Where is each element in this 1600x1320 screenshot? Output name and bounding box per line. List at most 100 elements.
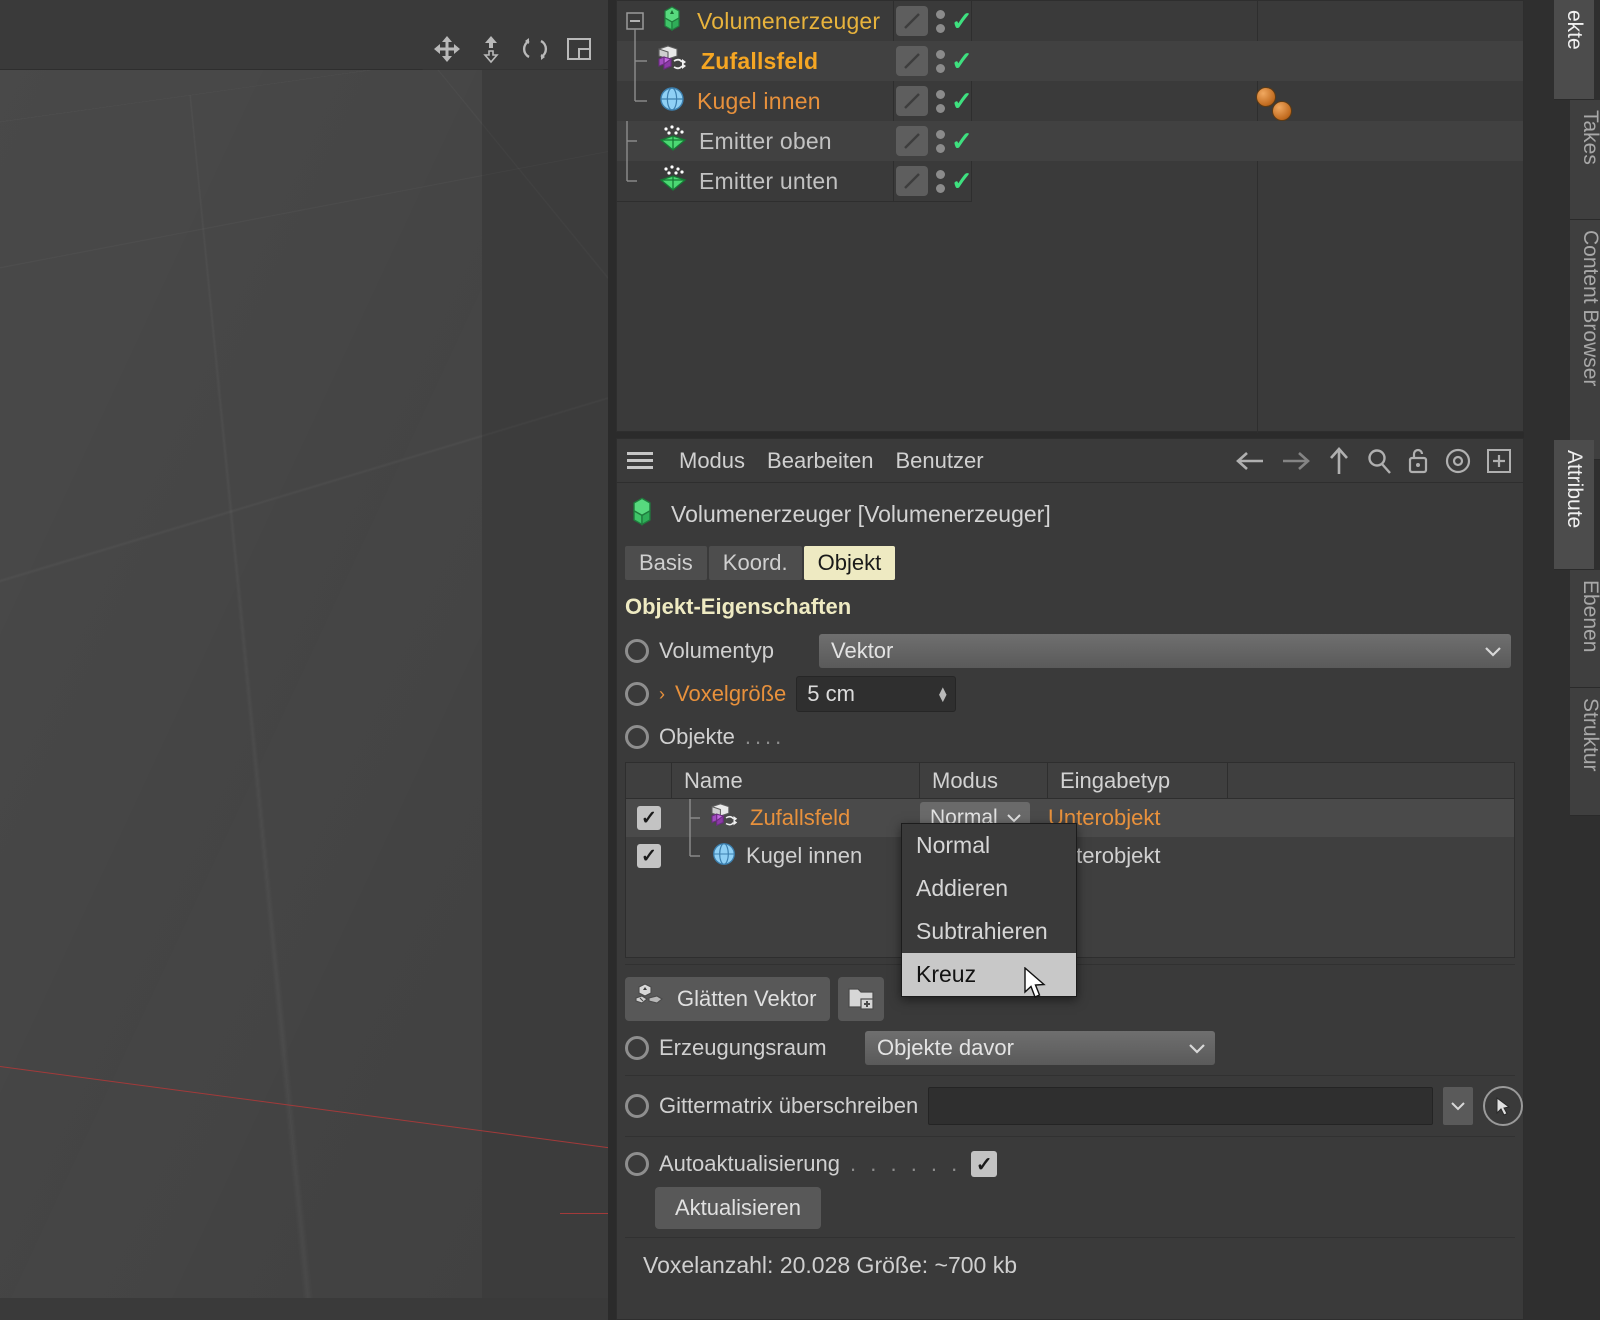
sidebar-tab-attribute[interactable]: Attribute: [1554, 440, 1594, 570]
editor-visibility-dot[interactable]: [936, 129, 945, 139]
input-gittermatrix[interactable]: [928, 1087, 1433, 1125]
aktualisieren-button[interactable]: Aktualisieren: [655, 1187, 821, 1229]
render-visibility-dot[interactable]: [936, 63, 945, 73]
attribute-manager[interactable]: Modus Bearbeiten Benutzer Volumenerzeuge…: [616, 438, 1524, 1320]
tab-basis[interactable]: Basis: [625, 546, 707, 580]
tree-expander-minus[interactable]: [625, 1, 647, 41]
visibility-dots[interactable]: [936, 169, 945, 193]
sidebar-tab-takes[interactable]: Takes: [1570, 100, 1600, 220]
checkbox-autoaktualisierung[interactable]: ✓: [971, 1151, 998, 1177]
object-row-emitter-oben[interactable]: Emitter oben ✓: [617, 121, 1523, 161]
object-row-emitter-unten[interactable]: Emitter unten ✓: [617, 161, 1523, 201]
menu-hamburger-icon[interactable]: [627, 452, 653, 469]
tag-slash-button[interactable]: [896, 166, 928, 196]
label-objekte-dots: ....: [744, 724, 786, 749]
object-name-cell: Emitter unten: [625, 161, 905, 201]
add-folder-button[interactable]: [838, 977, 885, 1021]
smooth-vector-button[interactable]: Glätten Vektor: [625, 977, 831, 1021]
search-icon[interactable]: [1365, 447, 1393, 475]
tag-slash-button[interactable]: [896, 6, 928, 36]
mode-dropdown-popup[interactable]: Normal Addieren Subtrahieren Kreuz: [901, 823, 1077, 997]
editor-visibility-dot[interactable]: [936, 49, 945, 59]
animate-dot-gittermatrix[interactable]: [625, 1094, 649, 1118]
sidebar-tab-content-browser[interactable]: Content Browser: [1570, 220, 1600, 460]
render-visibility-dot[interactable]: [936, 103, 945, 113]
tag-slash-button[interactable]: [896, 126, 928, 156]
render-visibility-dot[interactable]: [936, 23, 945, 33]
popup-option-addieren[interactable]: Addieren: [902, 867, 1076, 910]
dropdown-volumentyp-value: Vektor: [831, 638, 894, 663]
visibility-dots[interactable]: [936, 9, 945, 33]
emitter-icon: [657, 124, 689, 159]
animate-dot-objekte[interactable]: [625, 725, 649, 749]
tag-slash-button[interactable]: [896, 46, 928, 76]
row-checkbox[interactable]: ✓: [637, 844, 661, 868]
material-tag[interactable]: [1272, 101, 1292, 121]
rotate-tool[interactable]: [518, 32, 552, 66]
gittermatrix-dropdown-button[interactable]: [1443, 1087, 1473, 1125]
sphere-icon: [710, 840, 738, 873]
sidebar-tab-struktur[interactable]: Struktur: [1570, 688, 1600, 816]
editor-visibility-dot[interactable]: [936, 169, 945, 179]
enable-check-icon[interactable]: ✓: [951, 128, 973, 154]
visibility-dots[interactable]: [936, 49, 945, 73]
menu-benutzer[interactable]: Benutzer: [895, 448, 983, 474]
forward-arrow-icon[interactable]: [1279, 447, 1313, 475]
viewport-right-shade: [482, 62, 608, 1320]
visibility-dots[interactable]: [936, 129, 945, 153]
pick-object-button[interactable]: [1483, 1086, 1523, 1126]
menu-bearbeiten[interactable]: Bearbeiten: [767, 448, 873, 474]
row-checkbox[interactable]: ✓: [637, 806, 661, 830]
enable-check-icon[interactable]: ✓: [951, 8, 973, 34]
spinner-icon[interactable]: ▲ ▼: [936, 684, 949, 704]
table-header-extra: [1228, 763, 1514, 798]
label-voxelgroesse: Voxelgröße: [675, 681, 787, 706]
layout-tool[interactable]: [562, 32, 596, 66]
object-label: Kugel innen: [697, 87, 821, 114]
object-manager[interactable]: Volumenerzeuger ✓ Zufallsfeld ✓ Kugel in…: [616, 0, 1524, 433]
visibility-dots[interactable]: [936, 89, 945, 113]
menu-modus[interactable]: Modus: [679, 448, 745, 474]
row-checkbox-cell: ✓: [626, 837, 672, 875]
popup-option-normal[interactable]: Normal: [902, 824, 1076, 867]
target-icon[interactable]: [1443, 446, 1473, 476]
label-autoaktualisierung-dots: . . . . . .: [850, 1151, 962, 1176]
tab-objekt[interactable]: Objekt: [803, 546, 896, 580]
scale-tool[interactable]: [474, 32, 508, 66]
enable-check-icon[interactable]: ✓: [951, 168, 973, 194]
dropdown-erzeugungsraum-value: Objekte davor: [877, 1035, 1014, 1060]
editor-visibility-dot[interactable]: [936, 9, 945, 19]
enable-check-icon[interactable]: ✓: [951, 48, 973, 74]
render-visibility-dot[interactable]: [936, 143, 945, 153]
object-row-zufallsfeld[interactable]: Zufallsfeld ✓: [617, 41, 1523, 81]
property-row-voxelgroesse: › Voxelgröße 5 cm ▲ ▼: [617, 672, 1523, 716]
animate-dot-autoaktualisierung[interactable]: [625, 1152, 649, 1176]
chevron-down-icon: [1483, 638, 1503, 664]
move-tool[interactable]: [430, 32, 464, 66]
back-arrow-icon[interactable]: [1233, 447, 1267, 475]
enable-check-icon[interactable]: ✓: [951, 88, 973, 114]
render-visibility-dot[interactable]: [936, 183, 945, 193]
expand-chevron-icon[interactable]: ›: [659, 684, 665, 705]
object-row-kugel-innen[interactable]: Kugel innen ✓: [617, 81, 1523, 121]
animate-dot-volumentyp[interactable]: [625, 639, 649, 663]
sidebar-tab-ebenen[interactable]: Ebenen: [1570, 570, 1600, 688]
animate-dot-voxelgroesse[interactable]: [625, 682, 649, 706]
tag-slash-button[interactable]: [896, 86, 928, 116]
popup-option-kreuz[interactable]: Kreuz: [902, 953, 1076, 996]
sidebar-tab-objekte[interactable]: ekte: [1554, 0, 1594, 100]
tab-koord[interactable]: Koord.: [708, 546, 802, 580]
dropdown-volumentyp[interactable]: Vektor: [819, 634, 1511, 668]
tree-branch: [625, 41, 647, 81]
lock-icon[interactable]: [1405, 446, 1431, 476]
animate-dot-erzeugungsraum[interactable]: [625, 1036, 649, 1060]
divider: [625, 1136, 1515, 1137]
add-panel-icon[interactable]: [1485, 447, 1513, 475]
up-arrow-icon[interactable]: [1325, 446, 1353, 476]
object-row-volumenerzeuger[interactable]: Volumenerzeuger ✓: [617, 1, 1523, 41]
input-voxelgroesse[interactable]: 5 cm ▲ ▼: [796, 676, 957, 712]
popup-option-subtrahieren[interactable]: Subtrahieren: [902, 910, 1076, 953]
viewport-3d[interactable]: [0, 0, 608, 1320]
dropdown-erzeugungsraum[interactable]: Objekte davor: [865, 1031, 1215, 1065]
editor-visibility-dot[interactable]: [936, 89, 945, 99]
